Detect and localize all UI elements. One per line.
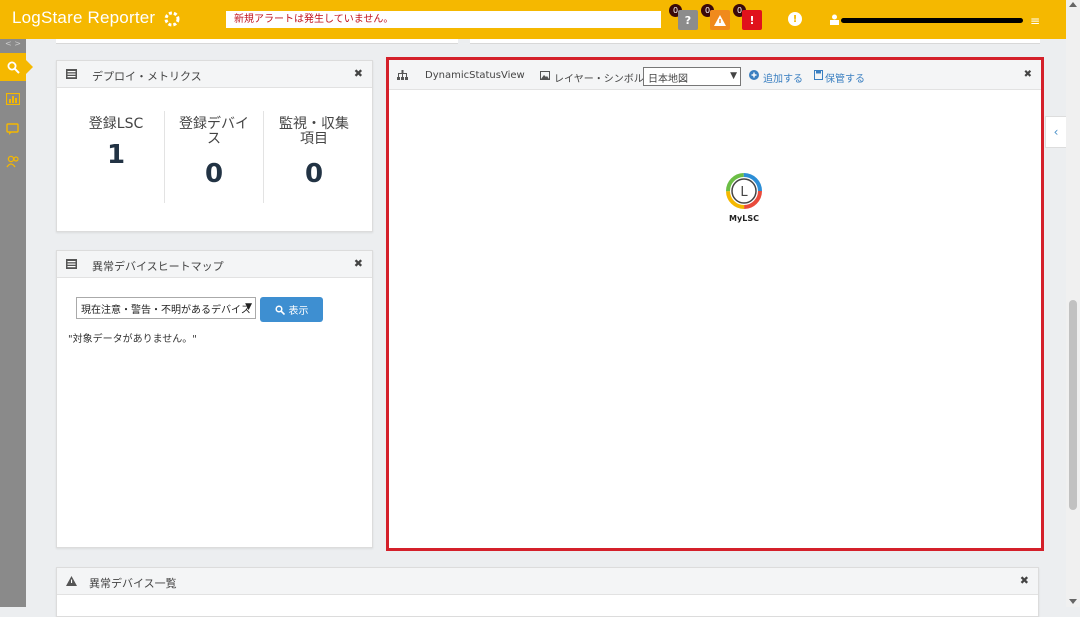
metric-label: 監視・収集項目 — [279, 116, 349, 147]
image-icon — [540, 71, 550, 80]
list-icon — [66, 259, 77, 269]
scroll-down-arrow-icon[interactable] — [1069, 599, 1077, 604]
no-data-message: "対象データがありません。" — [68, 334, 197, 345]
deploy-metrics-header[interactable]: デプロイ・メトリクス ✖ — [57, 61, 372, 88]
sidebar-toggle-arrows[interactable]: < > — [0, 39, 26, 51]
chat-icon — [6, 122, 19, 135]
plus-circle-icon — [749, 70, 759, 80]
metric-label: 登録LSC — [88, 116, 144, 132]
chevron-down-icon: ▼ — [730, 71, 737, 81]
search-icon — [274, 304, 285, 315]
sidebar-item-messages[interactable] — [0, 115, 26, 143]
list-icon — [66, 69, 77, 79]
metric-registered-lsc: 登録LSC 1 — [67, 116, 165, 171]
search-icon — [7, 61, 20, 74]
users-icon — [6, 155, 19, 167]
add-link[interactable]: 追加する — [763, 70, 803, 85]
app-title[interactable]: LogStare Reporter — [12, 8, 155, 28]
panel-strip-right — [470, 39, 1040, 44]
panel-title: 異常デバイス一覧 — [89, 577, 177, 590]
heatmap-header[interactable]: 異常デバイスヒートマップ ✖ — [57, 251, 372, 278]
panel-title: 異常デバイスヒートマップ — [92, 260, 224, 273]
page-scrollbar[interactable] — [1066, 0, 1080, 607]
dynamic-status-view-panel: DynamicStatusView レイヤー・シンボル 日本地図 ▼ 追加する … — [389, 60, 1041, 548]
warning-triangle-icon — [714, 14, 726, 26]
show-button-label: 表示 — [288, 306, 309, 317]
scroll-up-arrow-icon[interactable] — [1069, 2, 1077, 7]
panel-strip-left — [56, 39, 458, 44]
app-header: LogStare Reporter 新規アラートは発生していません。 0 ? 0… — [0, 0, 1066, 39]
exclamation-icon: ! — [749, 13, 755, 27]
metric-label: 登録デバイス — [179, 116, 249, 147]
error-status-button[interactable]: ! — [742, 10, 762, 30]
logo-sun-icon — [164, 11, 180, 27]
layer-symbol-label: レイヤー・シンボル — [554, 74, 644, 85]
layer-select[interactable]: 日本地図 ▼ — [643, 67, 741, 86]
close-icon[interactable]: ✖ — [1020, 574, 1029, 587]
unknown-status-button[interactable]: ? — [678, 10, 698, 30]
lsc-logo-icon: L — [726, 173, 762, 209]
redacted-username — [841, 18, 1023, 23]
sidebar: < > — [0, 39, 33, 607]
select-value: 現在注意・警告・不明があるデバイス — [81, 305, 251, 316]
metric-value: 0 — [204, 159, 224, 189]
user-menu[interactable]: ≡ — [829, 12, 1044, 28]
abnormal-list-header[interactable]: 異常デバイス一覧 ✖ — [57, 568, 1038, 595]
panel-title: デプロイ・メトリクス — [92, 70, 202, 83]
select-value: 日本地図 — [648, 74, 688, 85]
save-icon — [814, 70, 823, 80]
close-icon[interactable]: ✖ — [354, 67, 363, 80]
panel-title: DynamicStatusView — [425, 70, 525, 81]
metric-value: 1 — [106, 140, 126, 170]
abnormal-device-list-panel: 異常デバイス一覧 ✖ — [56, 567, 1039, 617]
sidebar-item-users[interactable] — [0, 147, 26, 175]
save-link[interactable]: 保管する — [825, 70, 865, 85]
close-icon[interactable]: ✖ — [354, 257, 363, 270]
dynamic-status-view-highlight: DynamicStatusView レイヤー・シンボル 日本地図 ▼ 追加する … — [386, 57, 1044, 551]
node-name: MyLSC — [729, 214, 759, 223]
warning-status-button[interactable] — [710, 10, 730, 30]
question-icon: ? — [684, 13, 692, 27]
scrollbar-thumb[interactable] — [1069, 300, 1077, 510]
user-icon — [830, 14, 839, 25]
sidebar-item-search[interactable] — [0, 53, 33, 81]
info-icon[interactable]: ! — [788, 12, 802, 26]
metric-divider — [263, 111, 264, 203]
show-button[interactable]: 表示 — [260, 297, 323, 322]
metric-monitoring-items: 監視・収集項目 0 — [265, 116, 363, 190]
hamburger-menu-icon[interactable]: ≡ — [1030, 14, 1040, 28]
metric-value: 0 — [304, 159, 324, 189]
deploy-metrics-panel: デプロイ・メトリクス ✖ 登録LSC 1 登録デバイス 0 監視・収集項目 0 — [56, 60, 373, 232]
chevron-down-icon: ▼ — [245, 302, 252, 312]
sidebar-item-report[interactable] — [0, 85, 26, 113]
report-icon — [6, 93, 20, 105]
device-status-filter-select[interactable]: 現在注意・警告・不明があるデバイス ▼ — [76, 297, 256, 319]
warning-icon — [66, 576, 77, 586]
network-tree-icon — [397, 70, 408, 80]
metric-registered-devices: 登録デバイス 0 — [165, 116, 263, 190]
node-letter: L — [740, 185, 748, 200]
close-icon[interactable]: ✖ — [1024, 69, 1032, 80]
abnormal-device-heatmap-panel: 異常デバイスヒートマップ ✖ 現在注意・警告・不明があるデバイス ▼ 表示 "対… — [56, 250, 373, 548]
right-panel-collapse-tab[interactable]: ‹ — [1045, 116, 1066, 148]
dynamic-status-view-header[interactable]: DynamicStatusView レイヤー・シンボル 日本地図 ▼ 追加する … — [389, 60, 1041, 90]
alert-message-bar[interactable]: 新規アラートは発生していません。 — [226, 11, 661, 28]
lsc-node-mylsc[interactable]: L MyLSC — [726, 173, 762, 223]
